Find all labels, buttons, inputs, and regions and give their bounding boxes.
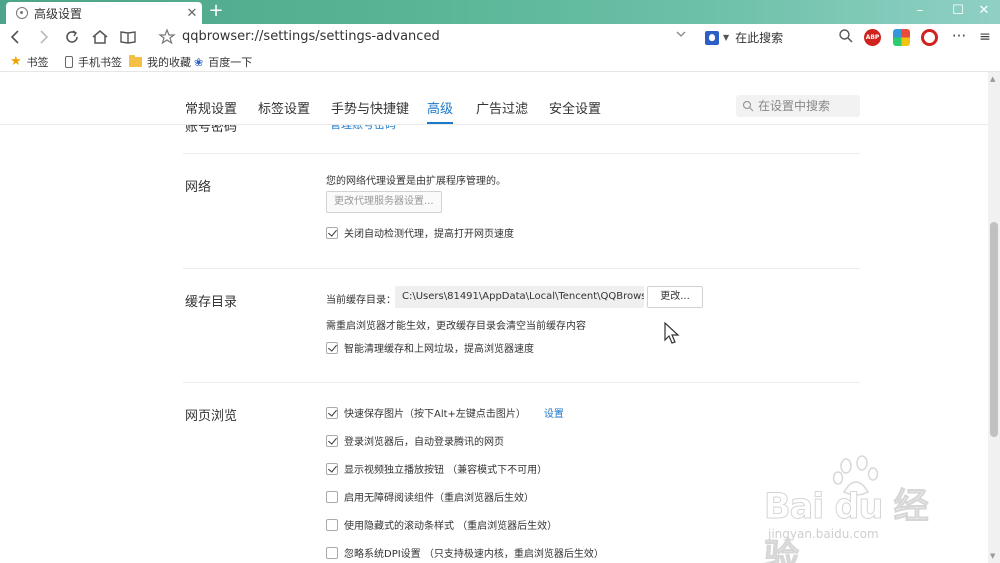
- bookmark-item-baidu[interactable]: ❀ 百度一下: [194, 54, 252, 70]
- forward-button[interactable]: [33, 27, 53, 47]
- hidden-scrollbar-option[interactable]: 使用隐藏式的滚动条样式 （重启浏览器后生效）: [326, 517, 557, 532]
- minimize-button[interactable]: –: [904, 0, 936, 24]
- hidden-scrollbar-checkbox[interactable]: [326, 518, 338, 531]
- accessibility-reader-checkbox[interactable]: [326, 490, 338, 503]
- back-button[interactable]: [6, 27, 26, 47]
- search-icon[interactable]: [838, 28, 854, 44]
- divider: [183, 153, 860, 154]
- page-scrollbar[interactable]: ▲ ▼: [988, 72, 1000, 563]
- watermark-url: jingyan.baidu.com: [768, 527, 879, 541]
- baidu-paw-icon: ❀: [194, 55, 204, 69]
- url-dropdown-icon[interactable]: [676, 28, 686, 43]
- bookmark-item-mobile[interactable]: 手机书签: [65, 54, 122, 70]
- quick-save-image-option[interactable]: 快速保存图片（按下Alt+左键点击图片） 设置: [326, 405, 564, 420]
- change-cache-dir-button[interactable]: 更改...: [647, 286, 703, 308]
- network-proxy-desc: 您的网络代理设置是由扩展程序管理的。: [326, 176, 506, 187]
- scroll-up-arrow-icon[interactable]: ▲: [990, 75, 995, 83]
- title-bar: 高级设置 ✕ + – ☐ ✕: [0, 0, 1000, 24]
- phone-icon: [65, 56, 73, 68]
- video-play-button-option[interactable]: 显示视频独立播放按钮 （兼容模式下不可用）: [326, 461, 547, 476]
- tab-ad-filter[interactable]: 广告过滤: [476, 98, 528, 117]
- scroll-thumb[interactable]: [990, 222, 998, 437]
- tab-title: 高级设置: [34, 6, 83, 21]
- baidu-engine-icon: [705, 30, 719, 45]
- forward-arrow-icon: [40, 30, 49, 44]
- opera-extension-icon[interactable]: [921, 29, 938, 46]
- home-icon: [92, 30, 108, 44]
- ignore-dpi-option[interactable]: 忽略系统DPI设置 （只支持极速内核，重启浏览器后生效）: [326, 545, 604, 560]
- settings-search-box[interactable]: [736, 95, 860, 117]
- cache-path-field: C:\Users\81491\AppData\Local\Tencent\QQB…: [395, 286, 644, 308]
- new-tab-button[interactable]: +: [206, 1, 226, 21]
- smart-clean-option[interactable]: 智能清理缓存和上网垃圾，提高浏览器速度: [326, 340, 534, 355]
- tab-gestures-shortcuts[interactable]: 手势与快捷键: [331, 98, 409, 117]
- book-icon: [120, 31, 136, 44]
- bookmark-item-bookmarks[interactable]: ★ 书签: [10, 54, 49, 70]
- star-outline-icon: [158, 28, 176, 45]
- reload-icon: [66, 30, 78, 43]
- folder-icon: [129, 55, 142, 67]
- auto-detect-proxy-checkbox[interactable]: [326, 226, 338, 239]
- reload-button[interactable]: [62, 27, 82, 47]
- divider: [183, 382, 860, 383]
- tab-general[interactable]: 常规设置: [185, 98, 237, 117]
- search-box[interactable]: 在此搜索: [735, 29, 783, 46]
- close-window-button[interactable]: ✕: [968, 0, 1000, 24]
- video-play-button-checkbox[interactable]: [326, 462, 338, 475]
- section-title-browsing: 网页浏览: [185, 409, 238, 424]
- bookmarks-bar: ★ 书签 手机书签 我的收藏 ❀ 百度一下: [0, 50, 1000, 72]
- divider: [183, 268, 860, 269]
- adblock-plus-icon[interactable]: ABP: [864, 29, 881, 46]
- current-cache-label: 当前缓存目录：: [326, 295, 396, 306]
- url-field[interactable]: qqbrowser://settings/settings-advanced: [182, 29, 440, 44]
- reader-button[interactable]: [118, 27, 138, 47]
- watermark-text: Bai du 经验: [764, 487, 930, 563]
- star-icon: ★: [10, 54, 22, 69]
- tab-security[interactable]: 安全设置: [549, 98, 601, 117]
- bookmark-item-favorites[interactable]: 我的收藏: [129, 54, 191, 70]
- change-proxy-button[interactable]: 更改代理服务器设置...: [326, 191, 442, 213]
- ignore-dpi-checkbox[interactable]: [326, 546, 338, 559]
- search-engine-selector[interactable]: ▼ 在此搜索: [705, 29, 783, 46]
- browser-tab[interactable]: 高级设置 ✕: [6, 2, 202, 24]
- section-title-network: 网络: [185, 180, 212, 195]
- settings-tab-bar: 常规设置 标签设置 手势与快捷键 高级 广告过滤 安全设置: [0, 72, 988, 125]
- tab-close-icon[interactable]: ✕: [182, 6, 202, 21]
- tab-advanced[interactable]: 高级: [427, 98, 454, 124]
- smart-clean-checkbox[interactable]: [326, 341, 338, 354]
- accessibility-reader-option[interactable]: 启用无障碍阅读组件（重启浏览器后生效）: [326, 489, 534, 504]
- hamburger-menu-icon[interactable]: ≡: [976, 29, 994, 46]
- auto-login-tencent-checkbox[interactable]: [326, 434, 338, 447]
- settings-search-input[interactable]: [758, 99, 858, 113]
- auto-detect-proxy-option[interactable]: 关闭自动检测代理，提高打开网页速度: [326, 225, 514, 240]
- settings-gear-icon: [16, 7, 28, 19]
- quick-save-image-checkbox[interactable]: [326, 406, 338, 419]
- more-dots-icon[interactable]: ···: [949, 29, 969, 46]
- caret-down-icon: ▼: [723, 33, 730, 42]
- back-arrow-icon: [10, 30, 19, 44]
- scroll-down-arrow-icon[interactable]: ▼: [990, 552, 995, 560]
- auto-login-tencent-option[interactable]: 登录浏览器后，自动登录腾讯的网页: [326, 433, 504, 448]
- cache-restart-note: 需重启浏览器才能生效，更改缓存目录会清空当前缓存内容: [326, 321, 586, 332]
- search-icon: [742, 100, 754, 112]
- home-button[interactable]: [90, 27, 110, 47]
- section-title-cache: 缓存目录: [185, 295, 238, 310]
- quick-save-settings-link[interactable]: 设置: [544, 405, 564, 420]
- tab-tabs[interactable]: 标签设置: [258, 98, 310, 117]
- colorful-extension-icon[interactable]: [893, 29, 910, 46]
- address-bar: qqbrowser://settings/settings-advanced ▼…: [0, 24, 1000, 50]
- baidu-jingyan-watermark: Bai du 经验 jingyan.baidu.com: [740, 452, 950, 563]
- mouse-cursor-icon: [664, 322, 680, 344]
- favorite-star-button[interactable]: [157, 27, 177, 47]
